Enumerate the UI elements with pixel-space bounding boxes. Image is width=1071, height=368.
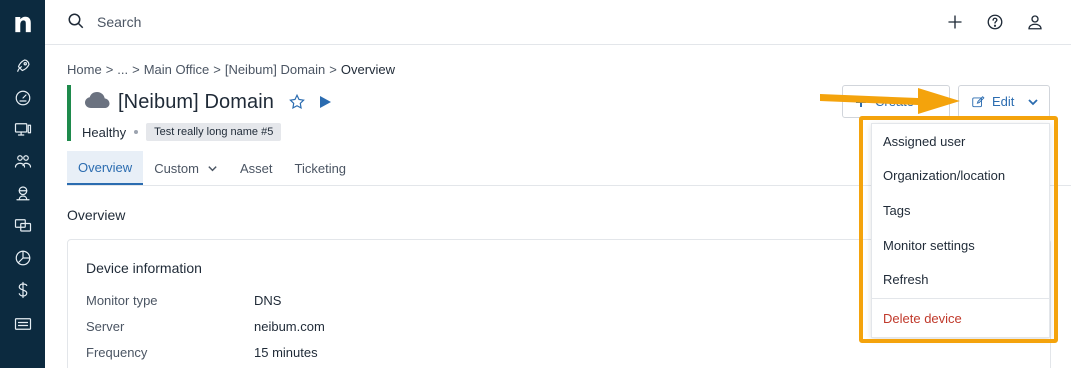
info-label: Server <box>86 319 125 334</box>
star-icon[interactable] <box>288 93 306 111</box>
tab-asset[interactable]: Asset <box>229 151 284 185</box>
tab-label: Overview <box>78 159 133 175</box>
menu-item-delete-device[interactable]: Delete device <box>872 301 1049 335</box>
tag-badge: Test really long name #5 <box>146 123 282 141</box>
tab-overview[interactable]: Overview <box>67 151 144 185</box>
help-icon[interactable] <box>984 11 1006 33</box>
info-row: Monitor type DNS <box>86 293 281 308</box>
info-value: DNS <box>254 293 282 308</box>
breadcrumb-separator: > <box>329 62 337 77</box>
plus-icon <box>856 96 866 107</box>
rocket-icon[interactable] <box>12 55 34 77</box>
chevron-down-icon <box>208 165 217 171</box>
card-title: Device information <box>86 260 202 276</box>
status-text: Healthy <box>82 124 127 140</box>
menu-item-tags[interactable]: Tags <box>872 193 1049 227</box>
breadcrumb-current: Overview <box>340 62 396 77</box>
breadcrumb-separator: > <box>213 62 221 77</box>
create-button-label: Create <box>875 94 915 109</box>
create-button[interactable]: Create <box>842 85 950 118</box>
breadcrumb: Home > ... > Main Office > [Neibum] Doma… <box>67 62 395 77</box>
page-title: [Neibum] Domain <box>118 90 275 113</box>
tab-custom[interactable]: Custom <box>143 151 229 185</box>
search-input[interactable] <box>97 10 397 34</box>
menu-item-organization-location[interactable]: Organization/location <box>872 158 1049 192</box>
menu-divider <box>872 298 1049 299</box>
tab-label: Asset <box>239 160 273 176</box>
dollar-icon[interactable] <box>12 279 34 301</box>
topbar <box>45 0 1071 45</box>
menu-item-monitor-settings[interactable]: Monitor settings <box>872 228 1049 262</box>
user-icon[interactable] <box>1024 11 1046 33</box>
users-icon[interactable] <box>12 150 34 172</box>
info-label: Frequency <box>86 345 148 360</box>
info-row: Server neibum.com <box>86 319 325 334</box>
play-icon[interactable] <box>318 95 332 109</box>
gauge-icon[interactable] <box>12 87 34 109</box>
plus-icon[interactable] <box>944 11 966 33</box>
info-label: Monitor type <box>86 293 158 308</box>
edit-dropdown-menu: Assigned user Organization/location Tags… <box>871 123 1050 338</box>
tab-label: Ticketing <box>294 160 347 176</box>
title-row: [Neibum] Domain <box>84 90 332 114</box>
technician-icon[interactable] <box>12 182 34 204</box>
devices-icon[interactable] <box>12 118 34 140</box>
breadcrumb-ellipsis[interactable]: ... <box>117 62 128 77</box>
sidebar: n <box>0 0 45 368</box>
tab-bar: Overview Custom Asset Ticketing <box>67 151 357 185</box>
search-icon[interactable] <box>67 12 87 32</box>
menu-item-refresh[interactable]: Refresh <box>872 262 1049 296</box>
info-value: 15 minutes <box>254 345 318 360</box>
breadcrumb-separator: > <box>132 62 140 77</box>
breadcrumb-domain[interactable]: [Neibum] Domain <box>225 62 325 77</box>
menu-item-assigned-user[interactable]: Assigned user <box>872 124 1049 158</box>
edit-button-label: Edit <box>992 94 1015 109</box>
logo[interactable]: n <box>11 9 35 37</box>
remote-icon[interactable] <box>12 214 34 236</box>
separator-dot <box>134 130 139 134</box>
status-accent-bar <box>67 85 71 141</box>
breadcrumb-separator: > <box>105 62 114 77</box>
status-row: Healthy Test really long name #5 <box>82 123 282 141</box>
reports-icon[interactable] <box>12 247 34 269</box>
section-title: Overview <box>67 207 126 223</box>
breadcrumb-main-office[interactable]: Main Office <box>144 62 210 77</box>
tab-label: Custom <box>154 160 199 176</box>
tab-ticketing[interactable]: Ticketing <box>284 151 358 185</box>
edit-button[interactable]: Edit <box>958 85 1050 118</box>
info-row: Frequency 15 minutes <box>86 345 318 360</box>
edit-icon <box>972 95 985 107</box>
breadcrumb-home[interactable]: Home <box>67 62 102 77</box>
chevron-down-icon <box>1028 98 1039 105</box>
cloud-icon <box>84 90 110 115</box>
ticket-icon[interactable] <box>12 313 34 335</box>
info-value: neibum.com <box>254 319 325 334</box>
